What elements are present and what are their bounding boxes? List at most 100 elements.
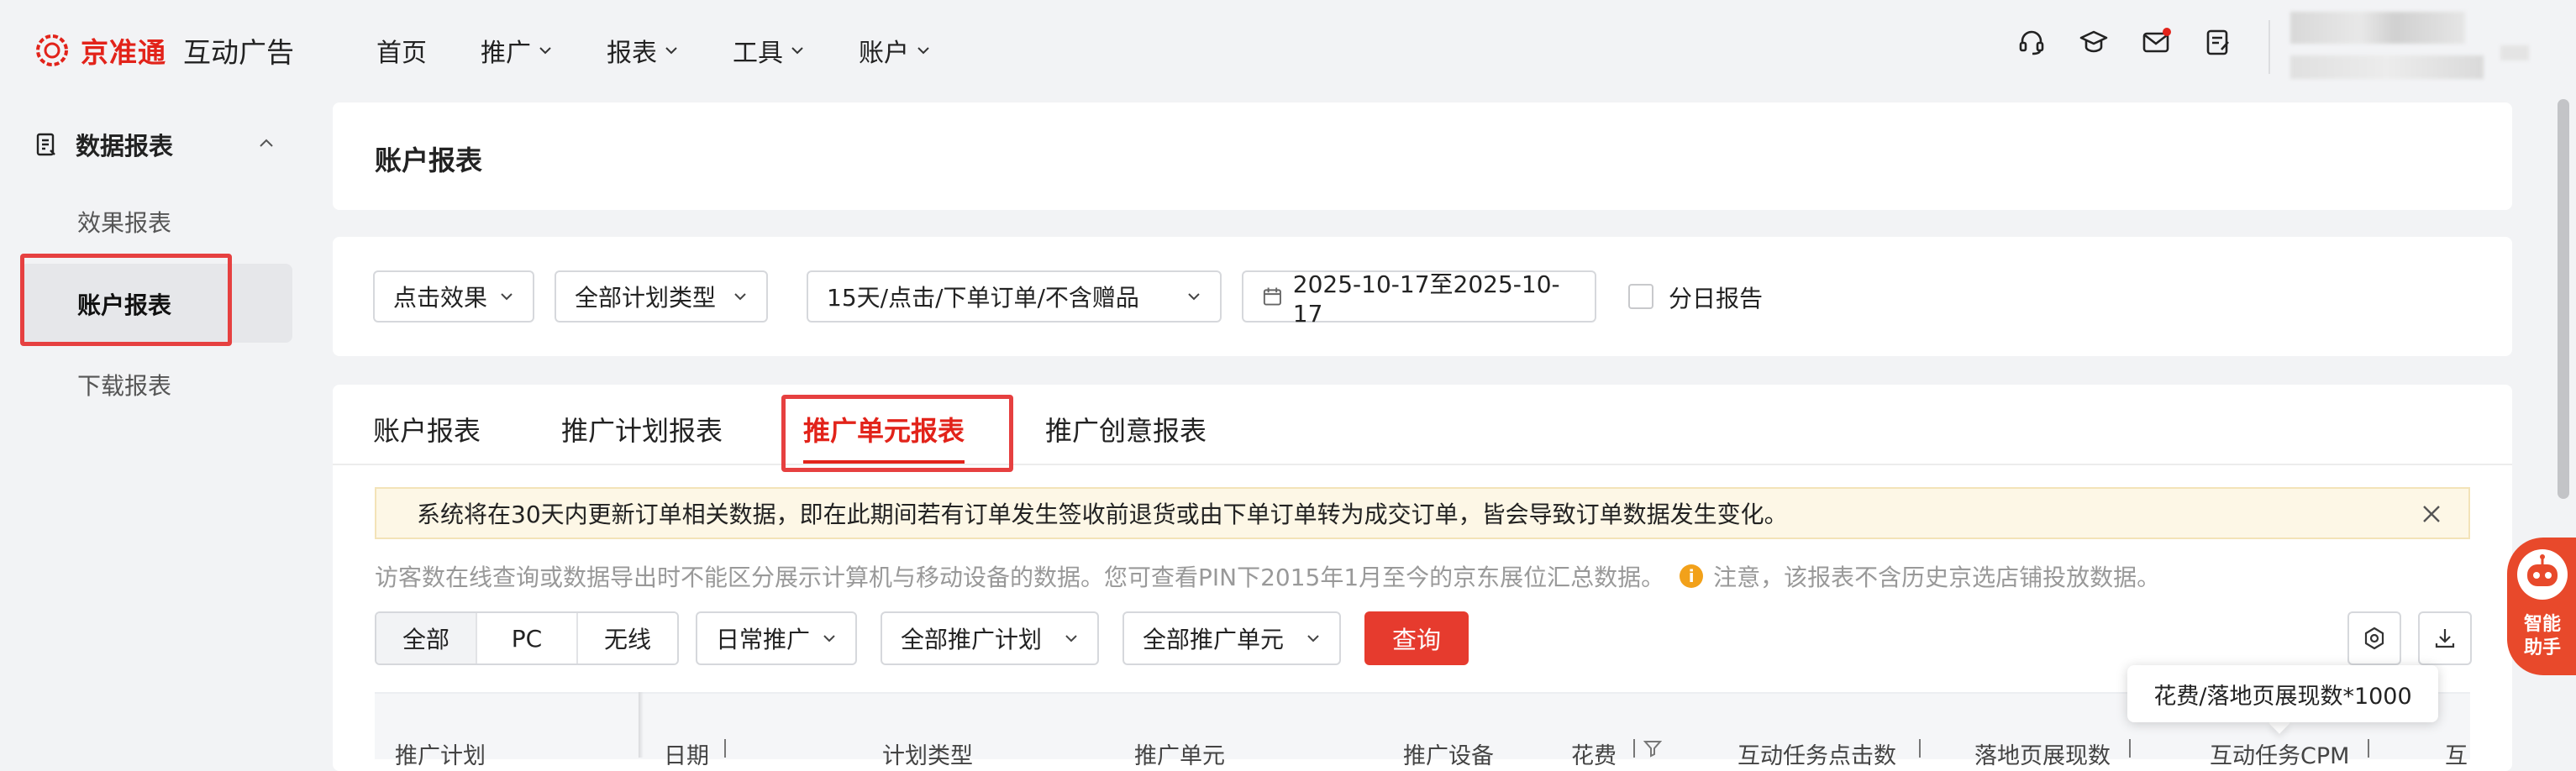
- mail-icon[interactable]: [2141, 27, 2171, 57]
- plan-select-value: 全部推广计划: [901, 626, 1043, 653]
- column-resize-handle[interactable]: [724, 739, 726, 758]
- nav-item-tools[interactable]: 工具: [733, 32, 805, 69]
- warning-icon: i: [1680, 564, 1704, 588]
- sidebar-item-effect-report[interactable]: 效果报表: [77, 205, 171, 239]
- segment-pc[interactable]: PC: [477, 613, 578, 663]
- plan-select[interactable]: 全部推广计划: [881, 611, 1099, 665]
- sidebar-item-download-report[interactable]: 下载报表: [77, 368, 171, 401]
- tab-account-report[interactable]: 账户报表: [373, 410, 481, 448]
- column-resize-handle[interactable]: [1919, 739, 1921, 758]
- unit-select[interactable]: 全部推广单元: [1122, 611, 1341, 665]
- nav-label: 账户: [859, 39, 909, 68]
- headset-icon[interactable]: [2016, 27, 2047, 57]
- settings-icon: [2364, 627, 2384, 650]
- page-title-card: [333, 102, 2512, 210]
- device-segmented-control: 全部 PC 无线: [375, 611, 679, 665]
- column-resize-handle[interactable]: [2129, 739, 2131, 758]
- column-header-cost[interactable]: 花费: [1571, 737, 1617, 770]
- chevron-down-icon: [501, 293, 513, 301]
- segment-label: PC: [511, 624, 543, 653]
- brand-name: 京准通: [81, 36, 166, 69]
- nav-item-reports[interactable]: 报表: [607, 32, 679, 69]
- nav-item-promotion[interactable]: 推广: [481, 32, 553, 69]
- column-header-plan-type[interactable]: 计划类型: [882, 737, 973, 770]
- graduation-cap-icon[interactable]: [2079, 27, 2109, 57]
- tab-creative-report[interactable]: 推广创意报表: [1045, 410, 1207, 448]
- tab-label: 推广创意报表: [1045, 415, 1207, 447]
- calendar-icon: [1263, 287, 1281, 306]
- chevron-down-icon: [791, 47, 803, 55]
- column-header-plan[interactable]: 推广计划: [395, 737, 486, 770]
- plan-type-select-value: 全部计划类型: [575, 284, 717, 312]
- daily-report-checkbox[interactable]: [1628, 284, 1653, 309]
- segment-label: 全部: [402, 626, 449, 653]
- query-button[interactable]: 查询: [1364, 611, 1469, 665]
- sidebar-item-annotation-box: [20, 254, 232, 346]
- segment-all[interactable]: 全部: [376, 613, 477, 663]
- plan-type-select[interactable]: 全部计划类型: [555, 270, 768, 323]
- account-name-redacted[interactable]: [2290, 12, 2465, 44]
- promo-type-select[interactable]: 日常推广: [696, 611, 857, 665]
- nav-item-account[interactable]: 账户: [859, 32, 931, 69]
- column-header-interaction-cpm[interactable]: 互动任务CPM: [2210, 737, 2349, 770]
- chevron-down-icon: [734, 293, 746, 301]
- nav-label: 首页: [376, 39, 427, 68]
- date-range-value: 2025-10-17至2025-10-17: [1292, 270, 1560, 328]
- chevron-down-icon: [539, 47, 551, 55]
- nav-item-home[interactable]: 首页: [376, 32, 427, 69]
- column-header-truncated[interactable]: 互: [2445, 737, 2468, 770]
- nav-label: 工具: [733, 39, 783, 68]
- assistant-label: 智能助手: [2523, 614, 2561, 658]
- filter-icon[interactable]: [1643, 739, 1662, 758]
- nav-label: 推广: [481, 39, 531, 68]
- tabs-divider: [333, 464, 2512, 465]
- warning-text: 注意，该报表不含历史京选店铺投放数据。: [1713, 564, 2161, 591]
- nav-label: 报表: [607, 39, 657, 68]
- column-header-date[interactable]: 日期: [664, 737, 709, 770]
- brand-logo-icon: [36, 34, 68, 66]
- product-name: 互动广告: [183, 36, 294, 69]
- column-header-landing-impressions[interactable]: 落地页展现数: [1974, 737, 2111, 770]
- info-text: 访客数在线查询或数据导出时不能区分展示计算机与移动设备的数据。您可查看PIN下2…: [375, 564, 1665, 591]
- daily-report-label: 分日报告: [1669, 285, 1764, 312]
- tab-label: 账户报表: [373, 415, 481, 447]
- top-icon-group: [2016, 27, 2233, 57]
- info-line: 访客数在线查询或数据导出时不能区分展示计算机与移动设备的数据。您可查看PIN下2…: [375, 559, 2160, 593]
- effect-select[interactable]: 点击效果: [373, 270, 534, 323]
- column-header-unit[interactable]: 推广单元: [1134, 737, 1225, 770]
- attribution-select-value: 15天/点击/下单订单/不含赠品: [827, 284, 1139, 312]
- chevron-down-icon: [1065, 635, 1077, 642]
- column-header-interaction-clicks[interactable]: 互动任务点击数: [1737, 737, 1896, 770]
- robot-icon: [2517, 549, 2568, 600]
- column-settings-button[interactable]: [2347, 611, 2401, 665]
- report-icon: [36, 133, 55, 156]
- attribution-select[interactable]: 15天/点击/下单订单/不含赠品: [807, 270, 1222, 323]
- tab-annotation-box: [781, 395, 1013, 472]
- sidebar-item-label: 下载报表: [77, 372, 172, 400]
- notes-icon[interactable]: [2203, 27, 2233, 57]
- tab-label: 推广计划报表: [561, 415, 723, 447]
- column-header-device[interactable]: 推广设备: [1403, 737, 1494, 770]
- chevron-up-icon[interactable]: [257, 134, 276, 153]
- download-button[interactable]: [2418, 611, 2472, 665]
- sidebar-group-title: 数据报表: [76, 132, 174, 160]
- notice-banner: 系统将在30天内更新订单相关数据，即在此期间若有订单发生签收前退货或由下单订单转…: [375, 487, 2470, 539]
- chevron-down-icon: [665, 47, 677, 55]
- page-scrollbar[interactable]: [2558, 99, 2569, 499]
- segment-label: 无线: [603, 626, 651, 653]
- header-divider: [2268, 20, 2270, 74]
- brand-logo[interactable]: 京准通 互动广告: [34, 25, 294, 76]
- frozen-column-shadow: [639, 692, 644, 758]
- account-extra-redacted: [2500, 45, 2529, 60]
- sidebar-group-data-reports[interactable]: 数据报表: [34, 121, 173, 168]
- close-icon[interactable]: [2420, 502, 2443, 526]
- chevron-down-icon: [823, 635, 835, 642]
- sidebar-item-label: 效果报表: [77, 209, 172, 237]
- segment-wireless[interactable]: 无线: [578, 613, 677, 663]
- tab-plan-report[interactable]: 推广计划报表: [561, 410, 723, 448]
- date-range-picker[interactable]: 2025-10-17至2025-10-17: [1242, 270, 1596, 328]
- column-resize-handle[interactable]: [1633, 739, 1635, 758]
- unit-select-value: 全部推广单元: [1143, 626, 1285, 653]
- promo-type-value: 日常推广: [716, 626, 811, 653]
- column-resize-handle[interactable]: [2368, 739, 2369, 758]
